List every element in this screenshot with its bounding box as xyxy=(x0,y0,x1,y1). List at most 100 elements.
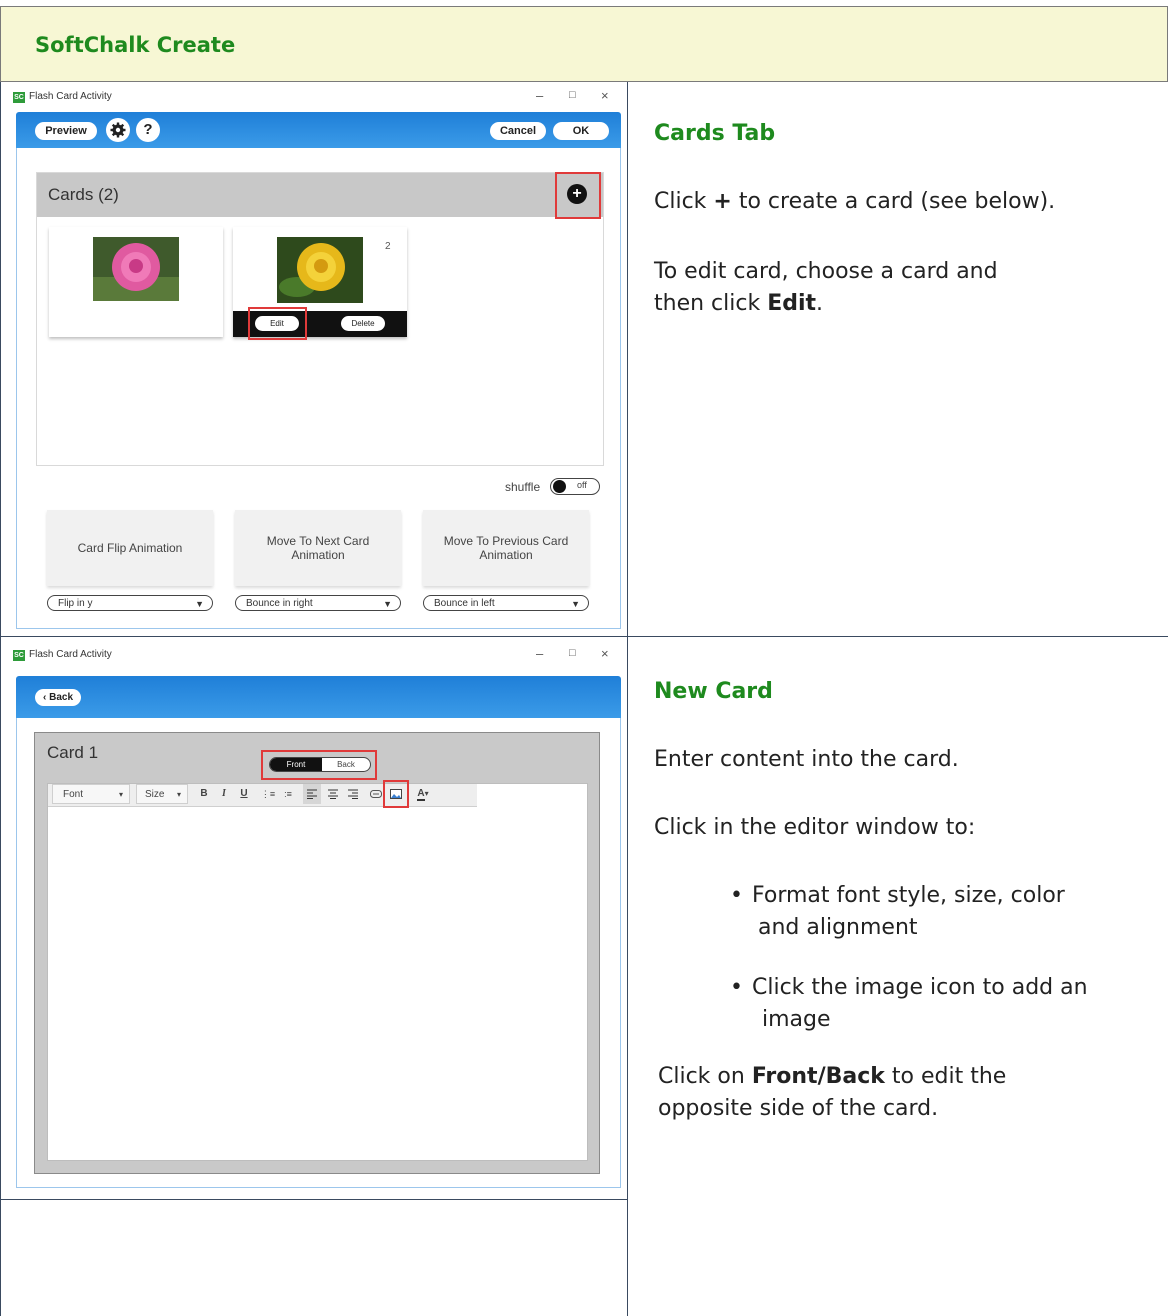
flash-card-window-new-card: SC Flash Card Activity – □ × ‹ Back Card… xyxy=(9,642,626,1190)
window-title: Flash Card Activity xyxy=(29,91,112,102)
font-select-value: Font xyxy=(63,789,84,800)
align-left-icon[interactable] xyxy=(303,784,321,804)
dropdown-arrow-icon: ▼ xyxy=(195,599,204,609)
text-span: . xyxy=(816,291,824,316)
text-span: Click on xyxy=(658,1064,752,1089)
gear-icon[interactable] xyxy=(106,118,130,142)
close-icon[interactable]: × xyxy=(601,88,609,103)
window-titlebar: SC Flash Card Activity – □ × xyxy=(9,84,626,112)
card-item-1[interactable] xyxy=(49,227,223,337)
cards-tab-instruction-2: To edit card, choose a card and then clic… xyxy=(654,256,998,320)
back-button[interactable]: ‹ Back xyxy=(35,689,81,706)
delete-card-button[interactable]: Delete xyxy=(341,316,385,331)
page-title: SoftChalk Create xyxy=(35,33,236,57)
softchalk-app-icon: SC xyxy=(13,650,25,661)
font-select[interactable]: Font ▾ xyxy=(52,784,130,804)
previous-card-animation-box[interactable]: Move To Previous Card Animation xyxy=(423,510,589,586)
shuffle-toggle[interactable]: off xyxy=(550,478,600,495)
unordered-list-icon[interactable]: :≡ xyxy=(280,784,296,804)
bullet-2-line-2: image xyxy=(762,1007,831,1032)
preview-button[interactable]: Preview xyxy=(35,122,97,140)
back-label: Back xyxy=(49,692,73,703)
previous-animation-value: Bounce in left xyxy=(434,598,495,609)
new-card-instruction-2: Click in the editor window to: xyxy=(654,815,976,840)
flash-card-window-cards: SC Flash Card Activity – □ × Preview ? C… xyxy=(9,84,626,634)
card-flip-animation-box[interactable]: Card Flip Animation xyxy=(47,510,213,586)
bullet-1-line-1: Format font style, size, color xyxy=(752,883,1065,908)
next-animation-value: Bounce in right xyxy=(246,598,313,609)
app-toolbar: Preview ? Cancel OK xyxy=(16,112,621,148)
help-button[interactable]: ? xyxy=(136,118,160,142)
font-color-icon[interactable]: A▾ xyxy=(411,784,435,804)
table-left-border xyxy=(0,82,1,1316)
dropdown-arrow-icon: ▾ xyxy=(118,790,123,799)
text-span: then click xyxy=(654,291,768,316)
card-editor-frame: Card 1 Front Back Font ▾ Size ▾ B I U ⋮≡ :… xyxy=(34,732,600,1174)
new-card-title: New Card xyxy=(654,679,773,704)
previous-animation-select[interactable]: Bounce in left ▼ xyxy=(423,595,589,611)
add-card-highlight xyxy=(555,172,601,219)
table-row-divider-2 xyxy=(0,1199,628,1200)
cancel-button[interactable]: Cancel xyxy=(490,122,546,140)
ordered-list-icon[interactable]: ⋮≡ xyxy=(260,784,276,804)
editor-toolbar: Font ▾ Size ▾ B I U ⋮≡ :≡ A▾ xyxy=(48,784,477,807)
window-titlebar: SC Flash Card Activity – □ × xyxy=(9,642,626,670)
cards-tab-title: Cards Tab xyxy=(654,121,776,146)
size-select[interactable]: Size ▾ xyxy=(136,784,188,804)
text-span: to edit the xyxy=(884,1064,1007,1089)
next-card-animation-label: Move To Next Card Animation xyxy=(266,534,370,562)
flip-animation-value: Flip in y xyxy=(58,598,93,609)
edit-text: Edit xyxy=(767,291,817,316)
cards-heading: Cards (2) xyxy=(48,185,119,204)
bullet-item-1: • Format font style, size, color and ali… xyxy=(730,880,1065,944)
cards-header-bar: Cards (2) + xyxy=(37,173,603,217)
softchalk-app-icon: SC xyxy=(13,92,25,103)
bullet-item-2: • Click the image icon to add an image xyxy=(730,972,1088,1036)
bullet-dot: • xyxy=(730,883,743,908)
table-column-divider xyxy=(627,82,628,1316)
italic-button[interactable]: I xyxy=(216,784,232,804)
dropdown-arrow-icon: ▼ xyxy=(383,599,392,609)
window-title: Flash Card Activity xyxy=(29,649,112,660)
text-span: opposite side of the card. xyxy=(658,1096,939,1121)
text-span: To edit card, choose a card and xyxy=(654,259,998,284)
bullet-2-line-1: Click the image icon to add an xyxy=(752,975,1088,1000)
plus-text: + xyxy=(713,189,732,214)
card-heading: Card 1 xyxy=(47,743,99,762)
cards-tab-instruction-1: Click + to create a card (see below). xyxy=(654,186,1055,218)
edit-button-highlight xyxy=(248,307,307,340)
yellow-rose-image xyxy=(277,237,363,303)
card-flip-animation-label: Card Flip Animation xyxy=(77,541,183,555)
shuffle-label: shuffle xyxy=(505,480,541,494)
align-right-icon[interactable] xyxy=(345,784,361,804)
app-toolbar: ‹ Back xyxy=(16,676,621,718)
maximize-icon[interactable]: □ xyxy=(569,89,576,101)
align-center-icon[interactable] xyxy=(325,784,341,804)
image-icon-highlight xyxy=(383,780,409,808)
rich-text-editor[interactable]: Font ▾ Size ▾ B I U ⋮≡ :≡ A▾ xyxy=(47,780,588,1161)
maximize-icon[interactable]: □ xyxy=(569,647,576,659)
bold-button[interactable]: B xyxy=(196,784,212,804)
pink-rose-image xyxy=(93,237,179,301)
minimize-icon[interactable]: – xyxy=(536,88,543,103)
flip-animation-select[interactable]: Flip in y ▼ xyxy=(47,595,213,611)
text-span: to create a card (see below). xyxy=(731,189,1056,214)
bullet-1-line-2: and alignment xyxy=(758,915,918,940)
size-select-value: Size xyxy=(145,789,165,800)
cards-panel: Cards (2) + 2 Edit Delete xyxy=(36,172,604,466)
toggle-knob xyxy=(553,480,566,493)
front-back-highlight xyxy=(261,750,377,780)
table-header: SoftChalk Create xyxy=(0,6,1168,82)
document-table: SoftChalk Create SC Flash Card Activity … xyxy=(0,0,1168,1316)
close-icon[interactable]: × xyxy=(601,646,609,661)
ok-button[interactable]: OK xyxy=(553,122,609,140)
next-card-animation-box[interactable]: Move To Next Card Animation xyxy=(235,510,401,586)
next-animation-select[interactable]: Bounce in right ▼ xyxy=(235,595,401,611)
link-icon[interactable] xyxy=(368,784,384,804)
underline-button[interactable]: U xyxy=(236,784,252,804)
dropdown-arrow-icon: ▾ xyxy=(176,790,181,799)
minimize-icon[interactable]: – xyxy=(536,646,543,661)
new-card-instruction-3: Click on Front/Back to edit the opposite … xyxy=(658,1061,1006,1125)
table-row-divider xyxy=(0,636,1168,637)
shuffle-state: off xyxy=(577,480,587,490)
